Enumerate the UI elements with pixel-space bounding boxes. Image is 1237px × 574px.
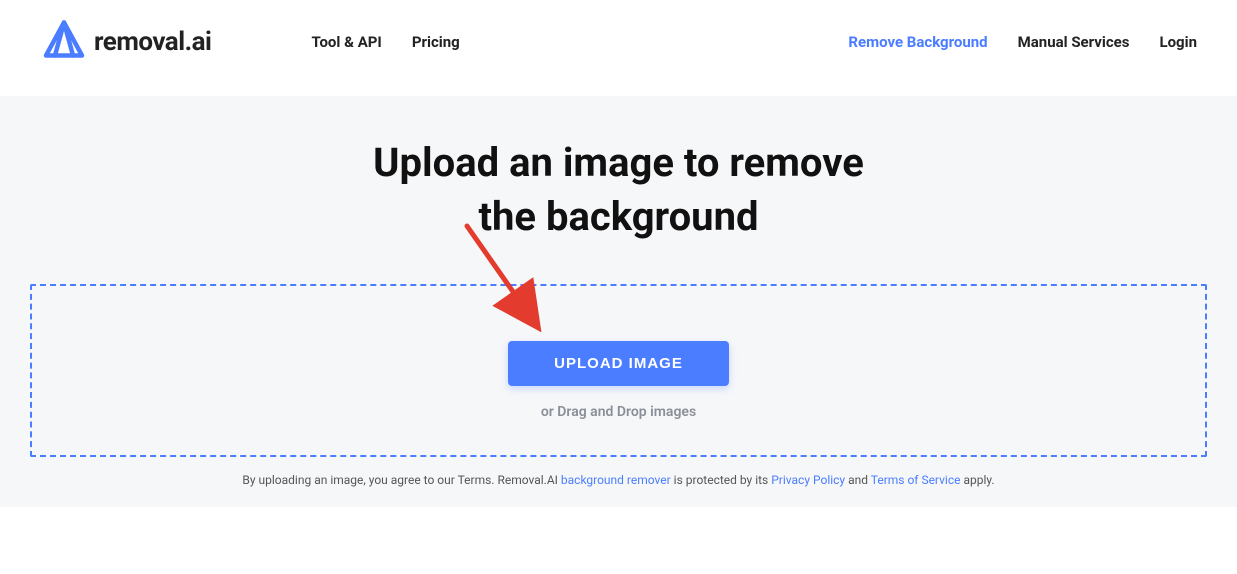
disclaimer-text-2: is protected by its: [671, 473, 772, 487]
upload-image-button[interactable]: UPLOAD IMAGE: [508, 341, 729, 386]
link-terms-of-service[interactable]: Terms of Service: [871, 473, 961, 487]
nav-tool-api[interactable]: Tool & API: [311, 33, 381, 51]
page-headline: Upload an image to remove the background: [30, 136, 1207, 244]
nav-login[interactable]: Login: [1159, 33, 1197, 51]
headline-line-2: the background: [478, 193, 758, 240]
logo-text: removal.ai: [94, 27, 211, 57]
disclaimer-text-1: By uploading an image, you agree to our …: [242, 473, 561, 487]
link-background-remover[interactable]: background remover: [561, 473, 671, 487]
drag-drop-hint: or Drag and Drop images: [52, 404, 1185, 420]
logo-link[interactable]: removal.ai: [40, 18, 211, 66]
disclaimer-text-3: and: [845, 473, 871, 487]
nav-manual-services[interactable]: Manual Services: [1018, 33, 1130, 51]
disclaimer-text-4: apply.: [960, 473, 994, 487]
site-header: removal.ai Tool & API Pricing Remove Bac…: [0, 0, 1237, 96]
headline-line-1: Upload an image to remove: [373, 139, 864, 186]
link-privacy-policy[interactable]: Privacy Policy: [771, 473, 845, 487]
nav-pricing[interactable]: Pricing: [412, 33, 460, 51]
nav-secondary: Remove Background Manual Services Login: [848, 33, 1197, 51]
upload-dropzone[interactable]: UPLOAD IMAGE or Drag and Drop images: [30, 284, 1207, 457]
nav-primary: Tool & API Pricing: [311, 33, 459, 51]
upload-disclaimer: By uploading an image, you agree to our …: [30, 473, 1207, 487]
nav-remove-background[interactable]: Remove Background: [848, 33, 987, 51]
logo-icon: [40, 18, 88, 66]
hero-section: Upload an image to remove the background…: [0, 96, 1237, 507]
